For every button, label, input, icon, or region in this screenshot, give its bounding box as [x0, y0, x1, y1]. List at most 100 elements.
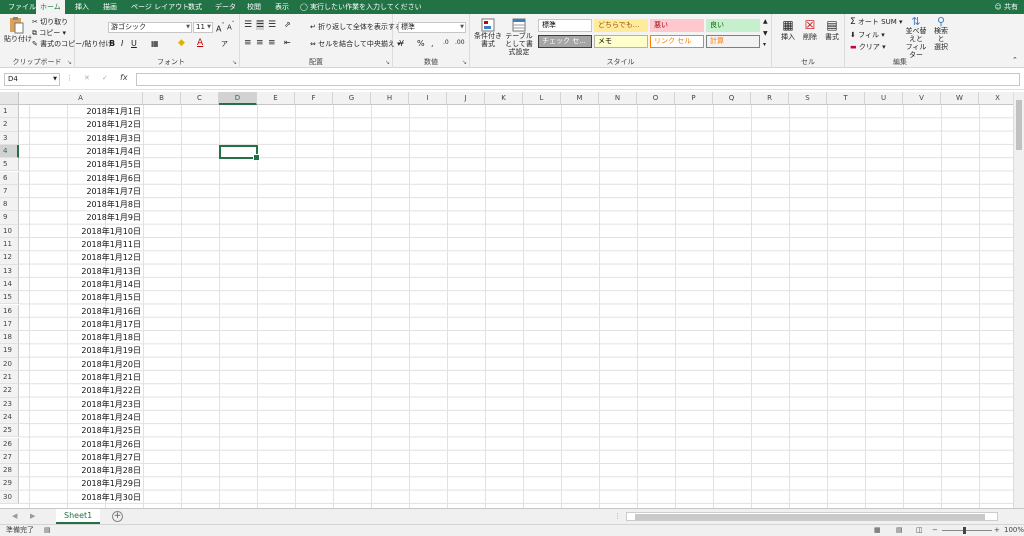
phonetic-icon[interactable]: ア — [221, 39, 228, 49]
row-header-30[interactable]: 30 — [0, 490, 19, 504]
zoom-in-icon[interactable]: + — [994, 525, 1000, 536]
column-header-v[interactable]: V — [903, 92, 941, 105]
worksheet-grid[interactable]: ABCDEFGHIJKLMNOPQRSTUVWX 1 2 3 4 5 6 7 8 9 10 11 12… — [0, 92, 1024, 508]
active-cell-d4[interactable] — [219, 144, 260, 161]
column-header-g[interactable]: G — [333, 92, 371, 105]
format-cells-button[interactable]: ▤ 書式 — [822, 18, 842, 42]
align-middle-icon[interactable]: ☰ — [256, 20, 265, 30]
cell-a5[interactable]: 2018年1月5日 — [19, 158, 143, 171]
align-top-icon[interactable]: ☰ — [244, 20, 252, 30]
row-header-10[interactable]: 10 — [0, 224, 19, 238]
vertical-scroll-thumb[interactable] — [1016, 100, 1022, 150]
tell-me-box[interactable]: ◯ 実行したい作業を入力してください — [300, 0, 422, 14]
tab-home[interactable]: ホーム — [36, 0, 65, 14]
tab-formulas[interactable]: 数式 — [184, 0, 206, 14]
column-header-s[interactable]: S — [789, 92, 827, 105]
tab-view[interactable]: 表示 — [271, 0, 293, 14]
row-header-12[interactable]: 12 — [0, 251, 19, 265]
cell-style-3[interactable]: 良い — [706, 19, 760, 32]
cell-a14[interactable]: 2018年1月14日 — [19, 278, 143, 291]
cell-a12[interactable]: 2018年1月12日 — [19, 251, 143, 264]
number-format-select[interactable]: 標準 ▼ — [398, 22, 466, 33]
sheet-tab-sheet1[interactable]: Sheet1 — [56, 509, 101, 524]
column-header-d[interactable]: D — [219, 92, 257, 105]
conditional-format-button[interactable]: 条件付き書式 — [473, 18, 503, 48]
cell-style-4[interactable]: チェック セ... — [538, 35, 592, 48]
column-header-j[interactable]: J — [447, 92, 485, 105]
vertical-scrollbar[interactable] — [1013, 92, 1024, 508]
indent-decrease-icon[interactable]: ⇤ — [284, 38, 291, 47]
column-header-c[interactable]: C — [181, 92, 219, 105]
fill-color-icon[interactable]: ◆ — [178, 38, 185, 48]
row-header-20[interactable]: 20 — [0, 357, 19, 371]
row-header-22[interactable]: 22 — [0, 384, 19, 398]
row-header-9[interactable]: 9 — [0, 211, 19, 225]
tab-split-icon[interactable]: ⋮ — [614, 512, 621, 520]
row-header-4[interactable]: 4 — [0, 144, 19, 159]
comma-icon[interactable]: , — [431, 39, 434, 48]
cell-style-2[interactable]: 悪い — [650, 19, 704, 32]
percent-icon[interactable]: % — [417, 39, 425, 48]
cell-style-1[interactable]: どちらでも... — [594, 19, 648, 32]
underline-icon[interactable]: U — [131, 39, 137, 48]
fill-button[interactable]: ⬇ フィル ▾ — [850, 30, 885, 40]
row-header-7[interactable]: 7 — [0, 184, 19, 199]
column-header-q[interactable]: Q — [713, 92, 751, 105]
find-select-button[interactable]: ⚲ 検索と 選択 — [931, 16, 951, 51]
horizontal-scrollbar[interactable] — [626, 512, 998, 521]
cell-a26[interactable]: 2018年1月26日 — [19, 438, 143, 451]
column-header-t[interactable]: T — [827, 92, 865, 105]
cell-a3[interactable]: 2018年1月3日 — [19, 132, 143, 145]
cell-a17[interactable]: 2018年1月17日 — [19, 318, 143, 331]
orientation-icon[interactable]: ⇗ — [284, 20, 291, 29]
page-break-view-icon[interactable]: ◫ — [916, 525, 923, 536]
cell-style-6[interactable]: リンク セル — [650, 35, 704, 48]
prev-sheet-icon[interactable]: ◀ — [12, 512, 17, 520]
cell-a30[interactable]: 2018年1月30日 — [19, 491, 143, 504]
cell-a10[interactable]: 2018年1月10日 — [19, 225, 143, 238]
column-header-r[interactable]: R — [751, 92, 789, 105]
borders-icon[interactable]: ▦ — [151, 39, 159, 48]
align-right-icon[interactable]: ≡ — [268, 38, 276, 48]
italic-icon[interactable]: I — [121, 39, 123, 48]
name-box[interactable]: D4 ▼ — [4, 73, 60, 86]
next-sheet-icon[interactable]: ▶ — [30, 512, 35, 520]
row-header-2[interactable]: 2 — [0, 118, 19, 132]
gallery-more-icon[interactable]: ▾ — [763, 41, 766, 48]
decrease-decimal-icon[interactable]: .00 — [455, 39, 465, 46]
row-header-8[interactable]: 8 — [0, 198, 19, 212]
row-header-23[interactable]: 23 — [0, 397, 19, 411]
row-header-3[interactable]: 3 — [0, 131, 19, 145]
column-header-x[interactable]: X — [979, 92, 1017, 105]
column-header-k[interactable]: K — [485, 92, 523, 105]
row-header-25[interactable]: 25 — [0, 424, 19, 438]
cell-a24[interactable]: 2018年1月24日 — [19, 411, 143, 424]
column-header-w[interactable]: W — [941, 92, 979, 105]
row-header-26[interactable]: 26 — [0, 437, 19, 451]
tab-data[interactable]: データ — [211, 0, 240, 14]
page-layout-view-icon[interactable]: ▤ — [896, 525, 903, 536]
align-bottom-icon[interactable]: ☰ — [268, 20, 276, 30]
align-center-icon[interactable]: ≡ — [256, 38, 264, 48]
cell-a13[interactable]: 2018年1月13日 — [19, 265, 143, 278]
row-header-5[interactable]: 5 — [0, 158, 19, 172]
zoom-slider[interactable] — [942, 530, 992, 531]
sort-filter-button[interactable]: ⇅ 並べ替えと フィルター — [903, 16, 929, 59]
row-header-21[interactable]: 21 — [0, 371, 19, 385]
formula-input[interactable] — [136, 73, 1020, 86]
add-sheet-icon[interactable]: + — [112, 511, 123, 522]
cell-a7[interactable]: 2018年1月7日 — [19, 185, 143, 198]
merge-center-button[interactable]: ⇔ セルを結合して中央揃え ▾ — [310, 39, 401, 49]
cell-a23[interactable]: 2018年1月23日 — [19, 398, 143, 411]
cell-a8[interactable]: 2018年1月8日 — [19, 198, 143, 211]
macro-record-icon[interactable]: ▤ — [44, 525, 51, 536]
dialog-launcher-icon[interactable]: ↘ — [232, 59, 237, 66]
row-header-18[interactable]: 18 — [0, 331, 19, 345]
tab-file[interactable]: ファイル — [4, 0, 40, 14]
column-header-b[interactable]: B — [143, 92, 181, 105]
cell-a6[interactable]: 2018年1月6日 — [19, 172, 143, 185]
column-header-l[interactable]: L — [523, 92, 561, 105]
normal-view-icon[interactable]: ▦ — [874, 525, 881, 536]
row-header-16[interactable]: 16 — [0, 304, 19, 318]
row-header-28[interactable]: 28 — [0, 464, 19, 478]
